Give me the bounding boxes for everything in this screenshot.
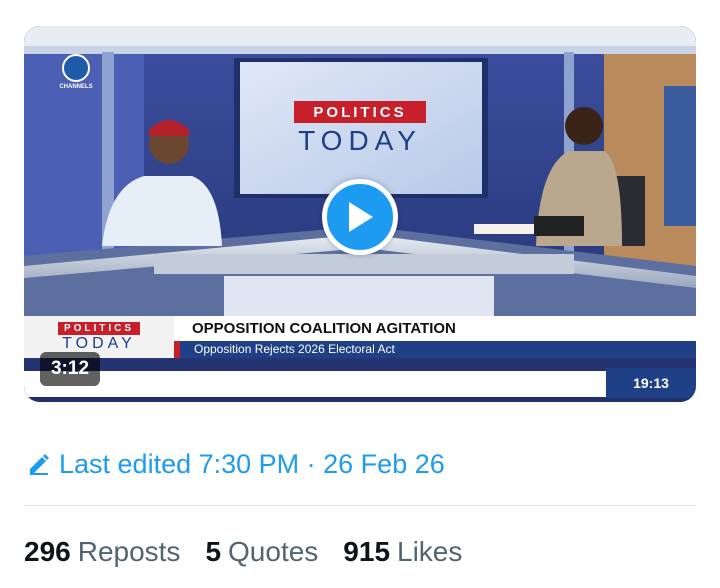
likes-label: Likes: [397, 536, 463, 567]
quotes-label: Quotes: [228, 536, 319, 567]
reposts-label: Reposts: [77, 536, 181, 567]
lower-third-accent: [174, 341, 180, 358]
globe-icon: [62, 54, 90, 82]
likes-stat[interactable]: 915 Likes: [343, 536, 462, 568]
engagement-stats: 296 Reposts 5 Quotes 915 Likes: [24, 532, 487, 572]
lower-third-headline: OPPOSITION COALITION AGITATION: [174, 316, 696, 341]
lower-third-logo-line2: TODAY: [62, 335, 136, 352]
play-button[interactable]: [322, 179, 398, 255]
channel-logo-text: CHANNELS: [59, 84, 93, 90]
quotes-stat[interactable]: 5 Quotes: [205, 536, 318, 568]
screen-line1: POLITICS: [313, 104, 406, 121]
reposts-stat[interactable]: 296 Reposts: [24, 536, 180, 568]
channel-logo: CHANNELS: [56, 54, 96, 96]
screen-line2: TODAY: [298, 125, 422, 156]
quotes-count: 5: [205, 536, 222, 567]
lower-third: POLITICS TODAY OPPOSITION COALITION AGIT…: [24, 316, 696, 398]
reposts-count: 296: [24, 536, 71, 567]
lower-third-ticker: [24, 371, 696, 397]
likes-count: 915: [343, 536, 391, 567]
video-duration: 3:12: [40, 352, 100, 386]
lower-third-subheadline: Opposition Rejects 2026 Electoral Act: [174, 341, 696, 358]
pencil-icon: [30, 454, 49, 475]
lower-third-clock: 19:13: [606, 368, 696, 398]
last-edited-link[interactable]: Last edited 7:30 PM · 26 Feb 26: [27, 444, 445, 484]
video-player[interactable]: POLITICS TODAY CHANNELS POLITICS TODAY O…: [24, 26, 696, 402]
play-icon: [349, 202, 373, 232]
divider: [24, 505, 696, 506]
last-edited-text: Last edited 7:30 PM · 26 Feb 26: [59, 448, 445, 479]
lower-third-logo-line1: POLITICS: [57, 322, 141, 335]
